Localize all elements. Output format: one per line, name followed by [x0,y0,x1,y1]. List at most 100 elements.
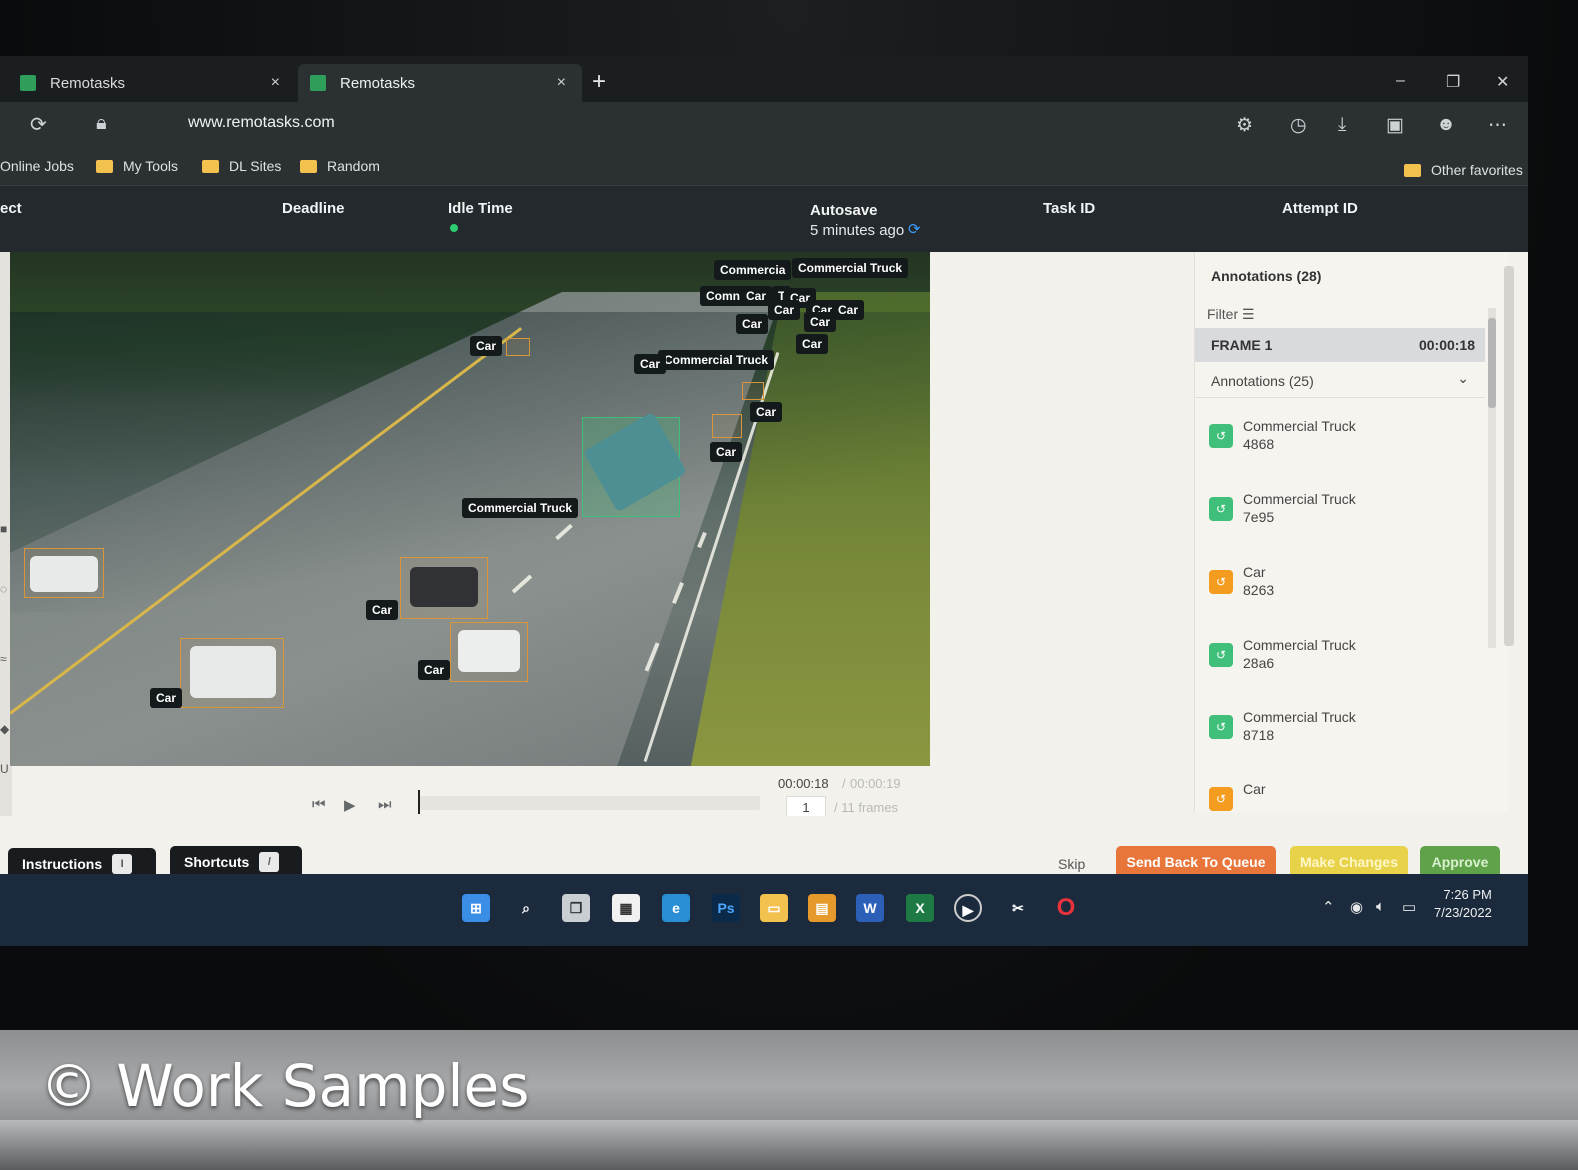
car [190,646,276,698]
deadline-label: Deadline [282,200,345,217]
skip-button[interactable]: Skip [1058,856,1085,872]
tool-icon[interactable]: ≈ [0,652,7,666]
label-tag[interactable]: Commercial Truck [462,498,579,518]
label-tag[interactable]: Car [418,660,451,680]
label-tag[interactable]: Car [470,336,503,356]
filter-button[interactable]: Filter ☰ [1207,306,1255,323]
store-icon[interactable]: ▦ [612,894,640,922]
favorite-other[interactable]: Other favorites [1404,162,1523,178]
label-tag[interactable]: Car [796,334,829,354]
label-tag[interactable]: Car [804,312,837,332]
annotation-item[interactable]: ↺ Car [1209,779,1479,812]
new-tab-button[interactable]: + [592,68,606,96]
history-icon: ↺ [1209,497,1233,521]
minimize-button[interactable]: – [1396,72,1405,90]
tool-icon[interactable]: ◆ [0,722,9,736]
browser-tab-2[interactable]: Remotasks × [298,64,582,102]
laptop-base-edge [0,1120,1578,1170]
idle-status-dot [450,224,458,232]
start-icon[interactable]: ⊞ [462,894,490,922]
browser-tab-1[interactable]: Remotasks × [0,64,296,102]
restore-button[interactable]: ❐ [1446,72,1460,92]
task-header: ect Deadline Idle Time Autosave 5 minute… [0,186,1528,252]
close-window-button[interactable]: ✕ [1496,72,1509,92]
windows-taskbar: ⊞ ⌕ ❐ ▦ e Ps ▭ ▤ W X ▶ ✂ O ⌃ ◉ 🔈︎ ▭ 7:26… [0,874,1528,946]
system-clock[interactable]: 7:26 PM 7/23/2022 [1434,886,1492,922]
lock-icon[interactable]: 🔒︎ [96,112,107,135]
attempt-id-label: Attempt ID [1282,200,1358,217]
panel-scroll-thumb[interactable] [1488,318,1496,408]
annotation-item[interactable]: ↺ Commercial Truck 4868 [1209,416,1479,460]
volume-icon[interactable]: 🔈︎ [1376,898,1385,915]
label-tag[interactable]: Car [710,442,743,462]
word-icon[interactable]: W [856,894,884,922]
bbox-car[interactable] [712,414,742,438]
search-icon[interactable]: ⌕ [512,894,540,922]
skip-forward-icon[interactable]: ⏭ [378,796,392,813]
label-tag[interactable]: Car [750,402,783,422]
tool-icon[interactable]: ■ [0,522,7,536]
annotation-item[interactable]: ↺ Commercial Truck 8718 [1209,707,1479,751]
label-tag[interactable]: Car [150,688,183,708]
download-icon[interactable]: ⤓ [1338,114,1346,136]
favorite-random[interactable]: Random [300,158,380,174]
history-icon[interactable]: ◷ [1290,114,1307,137]
label-tag[interactable]: Car [768,300,801,320]
favorite-dl-sites[interactable]: DL Sites [202,158,281,174]
chevron-up-icon[interactable]: ⌃ [1322,898,1335,916]
file-explorer-icon[interactable]: ▭ [760,894,788,922]
battery-icon[interactable]: ▭ [1402,898,1416,916]
label-tag[interactable]: Car [634,354,667,374]
autosave-refresh-icon[interactable]: ⟳ [908,220,921,238]
autosave-label: Autosave [810,202,878,219]
history-icon: ↺ [1209,643,1233,667]
tool-icon[interactable]: ◌ [0,582,7,596]
label-tag[interactable]: Car [736,314,769,334]
label-tag[interactable]: Commercial Truck [658,350,775,370]
frame-time: 00:00:18 [1418,337,1475,353]
collections-icon[interactable]: ▣ [1386,114,1404,137]
favorite-my-tools[interactable]: My Tools [96,158,178,174]
video-frame[interactable]: Commercia Commercial Truck Comn Car T Ca… [10,252,930,766]
extensions-icon[interactable]: ⚙ [1236,114,1253,137]
clock-date: 7/23/2022 [1434,905,1492,920]
bbox-car[interactable] [506,338,530,356]
label-tag[interactable]: Commercia [714,260,792,280]
url-field[interactable]: www.remotasks.com [188,114,335,132]
car [458,630,520,672]
refresh-icon[interactable]: ⟳ [30,112,47,137]
play-icon[interactable]: ▶ [344,796,356,814]
idle-time-label: Idle Time [448,200,513,217]
annotations-group-toggle[interactable]: Annotations (25) ⌄ [1195,362,1485,398]
bbox-car[interactable] [742,382,764,400]
label-tag[interactable]: Commercial Truck [792,258,909,278]
annotation-item[interactable]: ↺ Car 8263 [1209,562,1479,606]
favorite-online-jobs[interactable]: Online Jobs [0,158,74,174]
snipping-tool-icon[interactable]: ✂ [1004,894,1032,922]
skip-back-icon[interactable]: ⏮ [312,796,326,813]
history-icon: ↺ [1209,424,1233,448]
more-menu-icon[interactable]: ⋯ [1488,114,1507,137]
page-scrollbar[interactable] [1504,266,1514,646]
label-tag[interactable]: Car [832,300,865,320]
annotation-item[interactable]: ↺ Commercial Truck 28a6 [1209,635,1479,679]
timeline-playhead[interactable] [418,790,420,814]
edge-icon[interactable]: e [662,894,690,922]
label-tag[interactable]: Car [366,600,399,620]
timeline-scrubber[interactable] [420,796,760,810]
frame-row[interactable]: FRAME 1 00:00:18 [1195,328,1485,362]
close-icon[interactable]: × [271,74,280,92]
opera-icon[interactable]: O [1052,894,1080,922]
total-time: 00:00:19 [850,776,901,791]
profile-icon[interactable]: ☻ [1436,114,1456,136]
frames-count: / 11 frames [834,800,899,815]
task-view-icon[interactable]: ❐ [562,894,590,922]
sticky-notes-icon[interactable]: ▤ [808,894,836,922]
excel-icon[interactable]: X [906,894,934,922]
tab-title: Remotasks [50,74,126,92]
wifi-icon[interactable]: ◉ [1350,898,1363,916]
media-player-icon[interactable]: ▶ [954,894,982,922]
photoshop-icon[interactable]: Ps [712,894,740,922]
annotation-item[interactable]: ↺ Commercial Truck 7e95 [1209,489,1479,533]
close-icon[interactable]: × [557,74,566,92]
